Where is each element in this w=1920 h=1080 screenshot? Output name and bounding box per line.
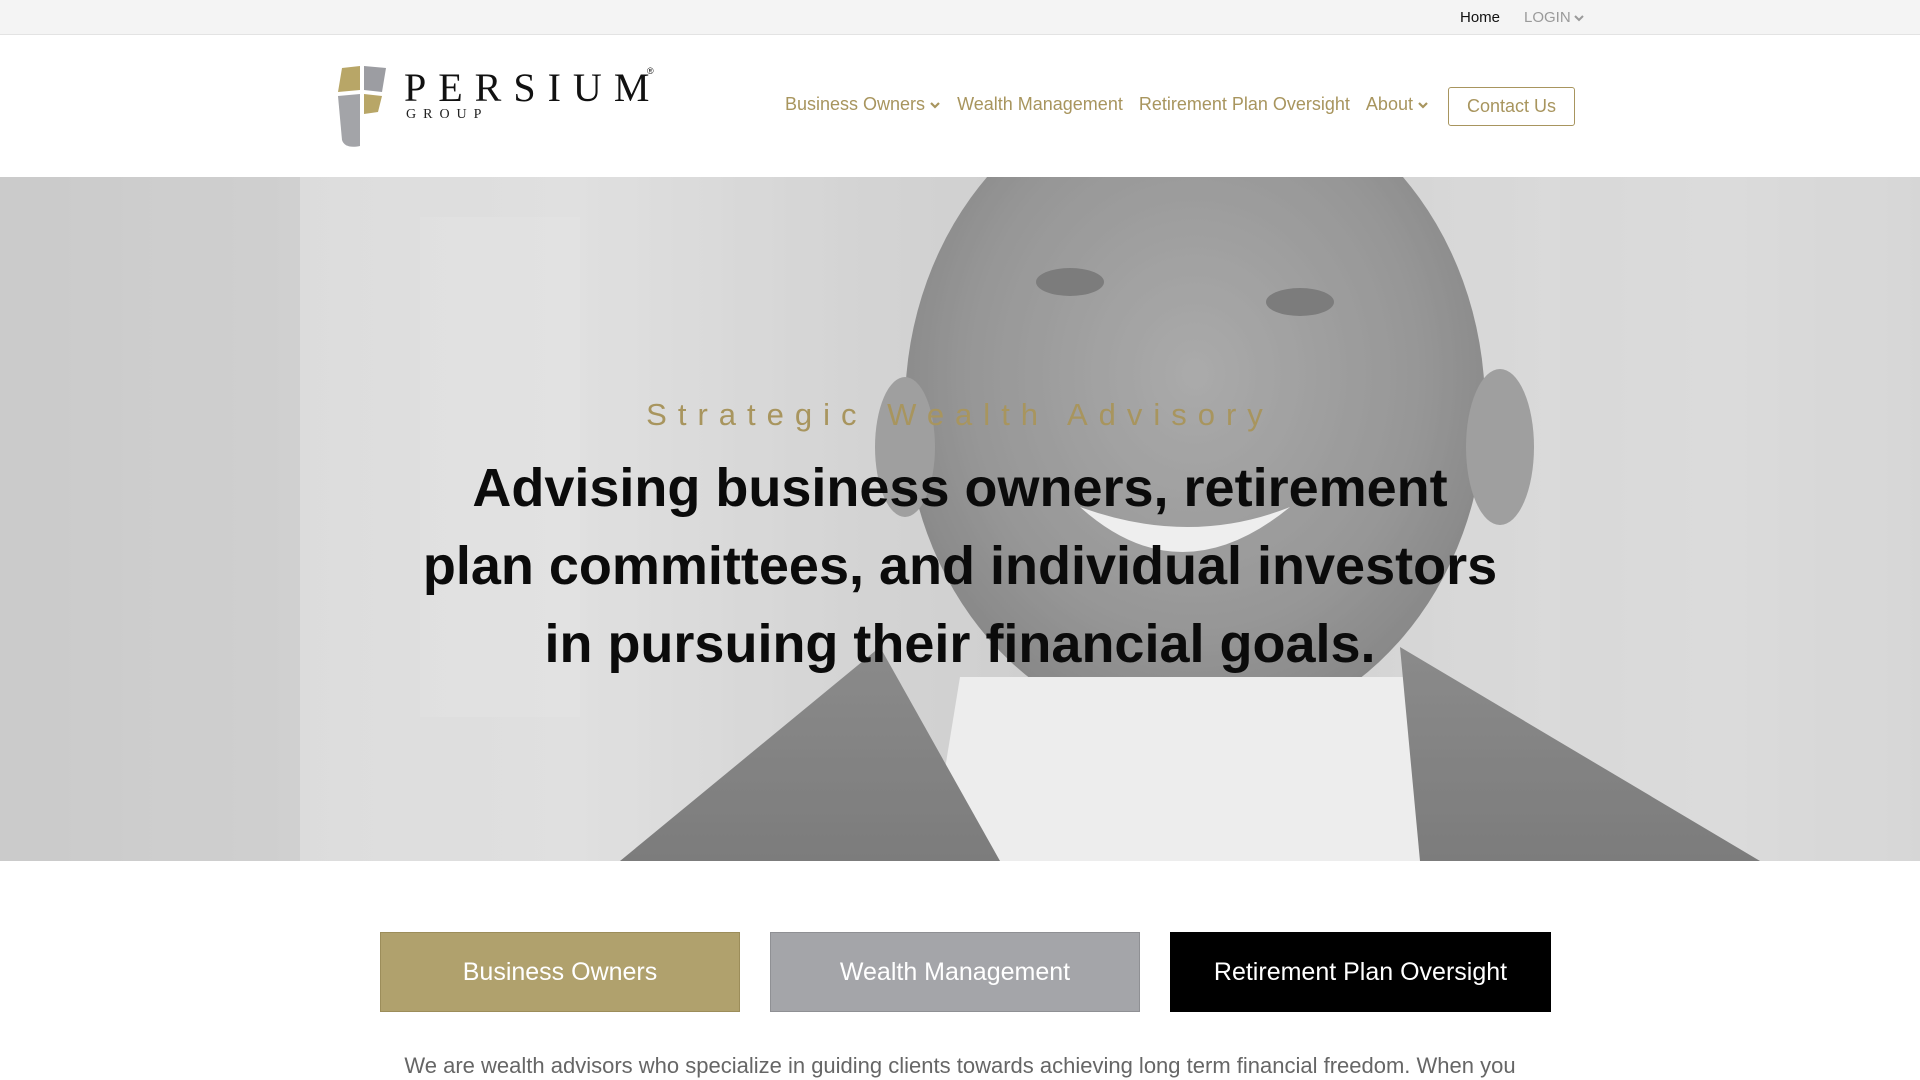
home-link[interactable]: Home: [1460, 9, 1500, 26]
chevron-down-icon: [1418, 101, 1428, 109]
logo-wordmark: PERSIUM: [404, 65, 662, 110]
nav-label: About: [1365, 94, 1413, 114]
logo-registered-mark: ®: [647, 66, 654, 76]
contact-us-button[interactable]: Contact Us: [1448, 87, 1575, 126]
persium-logo[interactable]: PERSIUM ® GROUP: [334, 64, 664, 150]
intro-paragraph: We are wealth advisors who specialize in…: [404, 1053, 1516, 1078]
business-owners-button[interactable]: Business Owners: [380, 932, 740, 1012]
nav-label: Business Owners: [785, 94, 926, 114]
nav-label: Retirement Plan Oversight: [1138, 94, 1350, 114]
main-nav: Business Owners Wealth Management Retire…: [785, 94, 1445, 115]
nav-business-owners[interactable]: Business Owners: [785, 94, 941, 115]
chevron-down-icon: [1573, 14, 1584, 21]
logo-subtitle: GROUP: [406, 107, 489, 122]
hero-kicker: Strategic Wealth Advisory: [646, 397, 1274, 432]
utility-bar: Home LOGIN: [0, 0, 1920, 35]
logo-mark-icon: [338, 66, 386, 147]
wealth-management-button[interactable]: Wealth Management: [770, 932, 1140, 1012]
nav-retirement-plan-oversight[interactable]: Retirement Plan Oversight: [1139, 94, 1350, 115]
hero-headline: Advising business owners, retirement pla…: [422, 458, 1498, 674]
nav-about[interactable]: About: [1366, 94, 1429, 115]
hero-banner: Strategic Wealth Advisory Advising busin…: [0, 177, 1920, 861]
nav-label: Wealth Management: [957, 94, 1123, 114]
site-header: PERSIUM ® GROUP Business Owners Wealth M…: [0, 36, 1920, 177]
retirement-plan-oversight-button[interactable]: Retirement Plan Oversight: [1170, 932, 1551, 1012]
chevron-down-icon: [930, 101, 940, 109]
login-label: LOGIN: [1524, 9, 1571, 26]
nav-wealth-management[interactable]: Wealth Management: [957, 94, 1123, 115]
login-menu[interactable]: LOGIN: [1524, 9, 1584, 26]
